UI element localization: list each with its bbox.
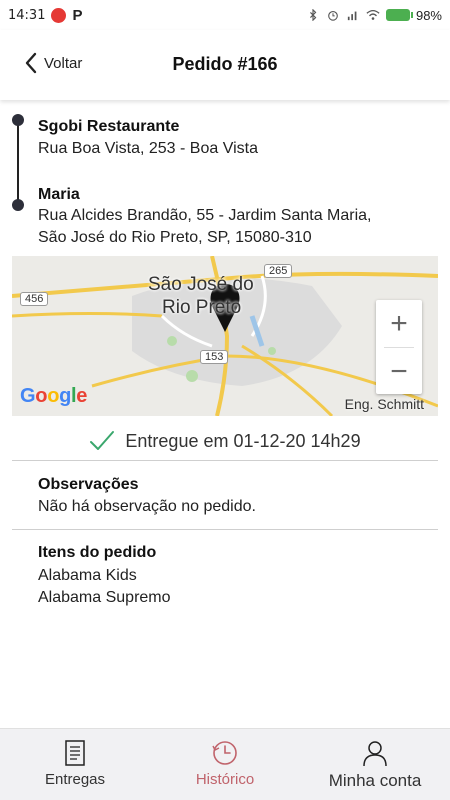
nav-item-entregas[interactable]: Entregas — [0, 729, 150, 800]
route-line — [17, 119, 19, 204]
nav-label-minha-conta: Minha conta — [328, 771, 422, 790]
destination-address-line1: Rua Alcides Brandão, 55 - Jardim Santa M… — [38, 207, 372, 224]
status-bar: 14:31 P 98% — [0, 0, 450, 30]
route-timeline: Sgobi Restaurante Rua Boa Vista, 253 - B… — [0, 100, 450, 250]
clock-icon — [212, 741, 237, 765]
road-153-label: 153 — [200, 350, 229, 364]
destination-name: Maria — [38, 186, 80, 203]
observations-text: Não há observação no pedido. — [38, 498, 256, 515]
bluetooth-icon — [310, 9, 317, 21]
delivery-status-text: Entregue em 01-12-20 14h29 — [125, 430, 361, 451]
origin-address: Rua Boa Vista, 253 - Boa Vista — [38, 140, 258, 157]
map-city-label-line1: São José do — [148, 274, 254, 295]
map-zoom-control: + − — [376, 300, 422, 394]
app-header: Voltar Pedido #166 — [0, 30, 450, 100]
zoom-out-button[interactable]: − — [376, 348, 422, 395]
status-time: 14:31 — [8, 7, 46, 23]
map-place-label: Eng. Schmitt — [344, 396, 424, 412]
list-item: Alabama Kids — [38, 567, 137, 584]
observations-title: Observações — [38, 476, 139, 493]
origin-name: Sgobi Restaurante — [38, 118, 180, 135]
back-label: Voltar — [44, 54, 83, 72]
delivery-map[interactable]: São José do Rio Preto 265 456 153 Eng. S… — [12, 256, 438, 416]
nav-label-historico: Histórico — [195, 771, 255, 788]
bottom-navigation: Entregas Histórico Minha conta — [0, 728, 450, 800]
list-item: Alabama Supremo — [38, 589, 171, 606]
notification-app-icon — [51, 7, 67, 23]
battery-percent: 98% — [415, 7, 442, 23]
google-logo: Google — [20, 385, 88, 407]
divider — [12, 529, 438, 530]
divider — [12, 460, 438, 461]
nav-item-historico[interactable]: Histórico — [150, 729, 300, 800]
map-city-label-line2: Rio Preto — [162, 297, 242, 318]
check-icon — [90, 431, 115, 450]
nav-item-minha-conta[interactable]: Minha conta — [300, 729, 450, 800]
alarm-icon — [328, 11, 338, 21]
document-icon — [65, 740, 85, 766]
user-icon — [363, 741, 387, 767]
parking-app-icon: P — [72, 6, 83, 24]
chevron-left-icon — [25, 52, 37, 74]
signal-icon — [347, 11, 357, 21]
delivery-status: Entregue em 01-12-20 14h29 — [0, 426, 450, 456]
destination-address-line2: São José do Rio Preto, SP, 15080-310 — [38, 229, 312, 246]
battery-icon — [385, 9, 413, 21]
destination-dot-icon — [12, 199, 24, 211]
road-456-label: 456 — [20, 292, 49, 306]
road-265-label: 265 — [264, 264, 293, 278]
back-button[interactable]: Voltar — [24, 52, 82, 74]
nav-label-entregas: Entregas — [44, 771, 106, 788]
items-title: Itens do pedido — [38, 544, 157, 561]
wifi-icon — [366, 9, 380, 20]
origin-dot-icon — [12, 114, 24, 126]
zoom-in-button[interactable]: + — [376, 300, 422, 347]
